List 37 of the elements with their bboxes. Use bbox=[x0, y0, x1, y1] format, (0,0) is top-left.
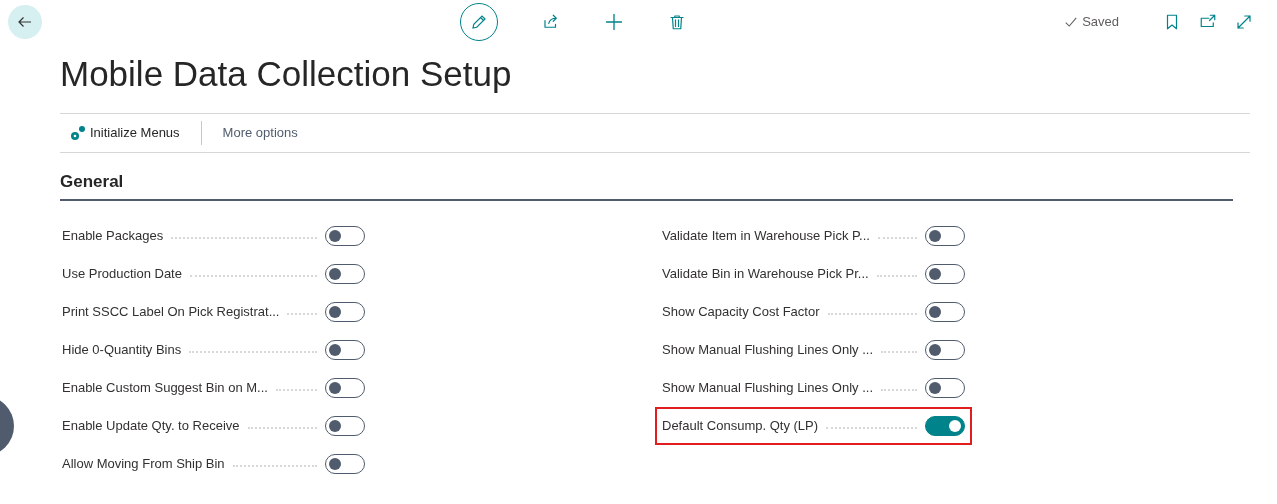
toggle-switch[interactable] bbox=[325, 339, 365, 360]
back-button[interactable] bbox=[8, 5, 42, 39]
field-label: Validate Item in Warehouse Pick P... bbox=[662, 226, 870, 245]
gears-icon bbox=[70, 125, 86, 141]
toggle-switch[interactable] bbox=[925, 415, 965, 436]
action-button[interactable]: Initialize Menus bbox=[70, 123, 180, 143]
toggle-switch[interactable] bbox=[325, 453, 365, 474]
toggle-switch[interactable] bbox=[925, 301, 965, 322]
toggle-switch[interactable] bbox=[325, 263, 365, 284]
toggle-switch[interactable] bbox=[325, 377, 365, 398]
field-label: Enable Custom Suggest Bin on M... bbox=[62, 378, 268, 397]
saved-status: Saved bbox=[1082, 13, 1119, 32]
field-label: Enable Packages bbox=[62, 226, 164, 245]
toggle-switch[interactable] bbox=[925, 225, 965, 246]
toggle-switch[interactable] bbox=[925, 339, 965, 360]
toggle-switch[interactable] bbox=[325, 301, 365, 322]
expand-icon[interactable] bbox=[1235, 13, 1253, 31]
toggle-switch[interactable] bbox=[325, 225, 365, 246]
toggle-switch[interactable] bbox=[925, 263, 965, 284]
field-label: Enable Update Qty. to Receive bbox=[62, 416, 240, 435]
field-label: Show Manual Flushing Lines Only ... bbox=[662, 378, 873, 397]
field-label: Hide 0-Quantity Bins bbox=[62, 340, 182, 359]
toggle-switch[interactable] bbox=[925, 377, 965, 398]
field-label: Print SSCC Label On Pick Registrat... bbox=[62, 302, 280, 321]
trash-icon[interactable] bbox=[668, 13, 687, 31]
section-header[interactable]: General bbox=[60, 169, 124, 195]
page-title: Mobile Data Collection Setup bbox=[60, 53, 513, 95]
field-label: Allow Moving From Ship Bin bbox=[62, 454, 225, 473]
field-label: Validate Bin in Warehouse Pick Pr... bbox=[662, 264, 869, 283]
field-label: Default Consump. Qty (LP) bbox=[662, 416, 819, 435]
action-button[interactable]: More options bbox=[222, 123, 298, 143]
field-label: Use Production Date bbox=[62, 264, 182, 283]
field-label: Show Manual Flushing Lines Only ... bbox=[662, 340, 873, 359]
add-icon[interactable] bbox=[604, 12, 625, 32]
check-icon bbox=[1064, 15, 1079, 29]
toggle-switch[interactable] bbox=[325, 415, 365, 436]
field-label: Show Capacity Cost Factor bbox=[662, 302, 820, 321]
